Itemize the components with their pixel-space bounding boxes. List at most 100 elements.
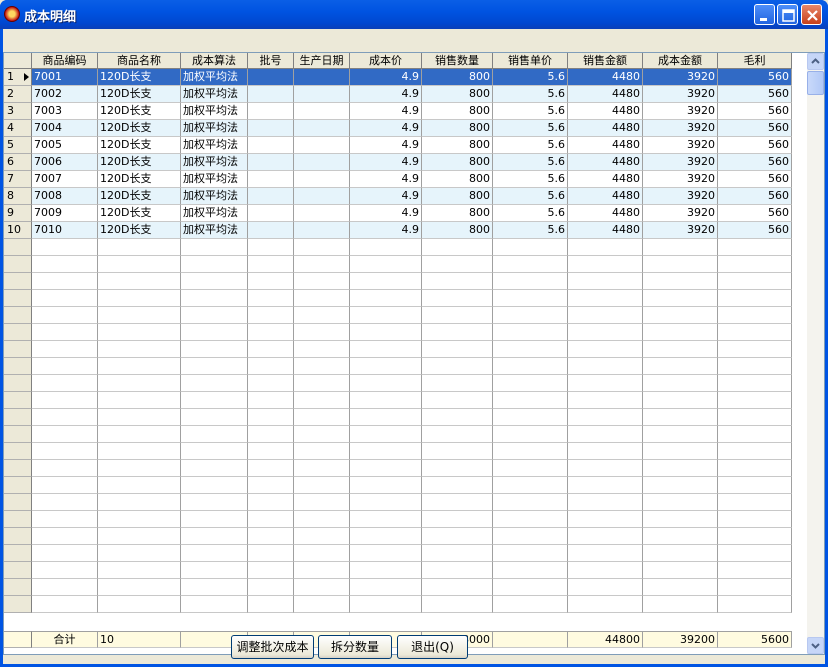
table-cell[interactable] — [643, 528, 718, 545]
table-cell[interactable] — [248, 409, 294, 426]
table-cell[interactable] — [493, 545, 568, 562]
table-cell[interactable] — [643, 273, 718, 290]
row-header[interactable] — [4, 290, 32, 307]
table-cell[interactable] — [248, 579, 294, 596]
table-cell[interactable] — [568, 477, 643, 494]
table-cell[interactable] — [718, 596, 792, 613]
table-cell[interactable] — [350, 545, 422, 562]
table-cell[interactable] — [98, 460, 181, 477]
empty-row[interactable] — [4, 426, 792, 443]
table-cell[interactable] — [248, 86, 294, 103]
table-cell[interactable] — [718, 290, 792, 307]
table-cell[interactable]: 560 — [718, 69, 792, 86]
empty-row[interactable] — [4, 290, 792, 307]
table-cell[interactable]: 5.6 — [493, 154, 568, 171]
table-cell[interactable]: 7007 — [32, 171, 98, 188]
table-cell[interactable] — [568, 579, 643, 596]
table-cell[interactable] — [718, 562, 792, 579]
column-header[interactable]: 销售金额 — [568, 53, 643, 69]
table-cell[interactable] — [422, 596, 493, 613]
table-cell[interactable] — [294, 545, 350, 562]
table-cell[interactable]: 7009 — [32, 205, 98, 222]
table-cell[interactable] — [181, 477, 248, 494]
table-cell[interactable] — [718, 358, 792, 375]
column-header[interactable]: 成本价 — [350, 53, 422, 69]
table-cell[interactable]: 5.6 — [493, 120, 568, 137]
table-cell[interactable]: 560 — [718, 222, 792, 239]
table-cell[interactable] — [98, 579, 181, 596]
table-cell[interactable] — [718, 426, 792, 443]
table-cell[interactable] — [294, 426, 350, 443]
table-cell[interactable]: 4.9 — [350, 120, 422, 137]
row-header[interactable]: 4 — [4, 120, 32, 137]
exit-button[interactable]: 退出(Q) — [397, 635, 468, 659]
row-header[interactable] — [4, 528, 32, 545]
table-cell[interactable] — [718, 494, 792, 511]
table-cell[interactable] — [718, 579, 792, 596]
table-cell[interactable] — [643, 341, 718, 358]
table-cell[interactable] — [718, 307, 792, 324]
table-cell[interactable] — [493, 494, 568, 511]
table-cell[interactable] — [568, 239, 643, 256]
table-cell[interactable] — [248, 596, 294, 613]
table-cell[interactable] — [350, 392, 422, 409]
table-cell[interactable] — [350, 443, 422, 460]
table-cell[interactable]: 560 — [718, 86, 792, 103]
table-row[interactable]: 7 7007 120D长支 加权平均法 4.9 800 5.6 4480 3920 560 — [4, 171, 792, 188]
table-cell[interactable]: 3920 — [643, 154, 718, 171]
table-cell[interactable] — [294, 358, 350, 375]
table-cell[interactable] — [98, 494, 181, 511]
row-header[interactable]: 6 — [4, 154, 32, 171]
table-cell[interactable] — [718, 273, 792, 290]
table-cell[interactable] — [643, 324, 718, 341]
table-cell[interactable] — [422, 426, 493, 443]
table-cell[interactable]: 7010 — [32, 222, 98, 239]
table-cell[interactable] — [294, 205, 350, 222]
table-cell[interactable] — [350, 256, 422, 273]
table-cell[interactable]: 560 — [718, 171, 792, 188]
table-cell[interactable] — [493, 375, 568, 392]
table-cell[interactable]: 4480 — [568, 171, 643, 188]
table-cell[interactable] — [294, 579, 350, 596]
table-cell[interactable] — [294, 69, 350, 86]
row-header[interactable] — [4, 239, 32, 256]
table-row[interactable]: 2 7002 120D长支 加权平均法 4.9 800 5.6 4480 3920 560 — [4, 86, 792, 103]
table-cell[interactable] — [294, 477, 350, 494]
table-cell[interactable] — [181, 256, 248, 273]
table-cell[interactable] — [248, 358, 294, 375]
table-cell[interactable] — [32, 273, 98, 290]
table-cell[interactable]: 7003 — [32, 103, 98, 120]
table-cell[interactable] — [568, 545, 643, 562]
column-header[interactable]: 毛利 — [718, 53, 792, 69]
table-cell[interactable] — [98, 256, 181, 273]
table-cell[interactable]: 800 — [422, 103, 493, 120]
empty-row[interactable] — [4, 375, 792, 392]
table-cell[interactable]: 3920 — [643, 222, 718, 239]
table-cell[interactable]: 加权平均法 — [181, 69, 248, 86]
table-cell[interactable] — [493, 426, 568, 443]
table-cell[interactable] — [248, 239, 294, 256]
empty-row[interactable] — [4, 409, 792, 426]
table-cell[interactable]: 4480 — [568, 120, 643, 137]
table-cell[interactable]: 560 — [718, 137, 792, 154]
empty-row[interactable] — [4, 273, 792, 290]
table-cell[interactable]: 7002 — [32, 86, 98, 103]
table-cell[interactable] — [422, 443, 493, 460]
table-cell[interactable] — [32, 579, 98, 596]
table-cell[interactable]: 4480 — [568, 188, 643, 205]
table-cell[interactable] — [98, 307, 181, 324]
table-cell[interactable] — [493, 392, 568, 409]
table-cell[interactable] — [350, 494, 422, 511]
table-cell[interactable]: 加权平均法 — [181, 103, 248, 120]
table-cell[interactable] — [643, 579, 718, 596]
table-cell[interactable] — [643, 460, 718, 477]
table-cell[interactable]: 加权平均法 — [181, 137, 248, 154]
row-header[interactable] — [4, 596, 32, 613]
table-cell[interactable]: 4.9 — [350, 69, 422, 86]
row-header[interactable] — [4, 562, 32, 579]
title-bar[interactable]: 成本明细 — [0, 0, 828, 29]
table-cell[interactable]: 加权平均法 — [181, 154, 248, 171]
minimize-button[interactable] — [754, 4, 775, 25]
table-cell[interactable] — [493, 273, 568, 290]
empty-row[interactable] — [4, 545, 792, 562]
